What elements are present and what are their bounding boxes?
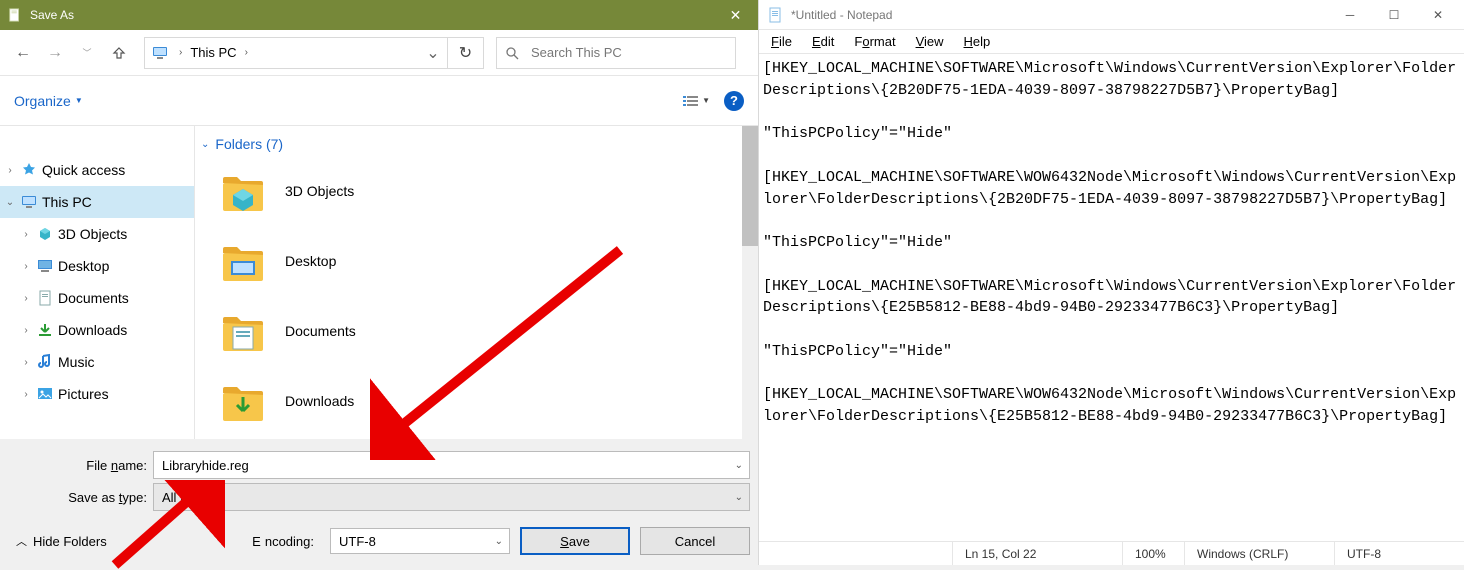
notepad-menubar: File Edit Format View Help — [759, 30, 1464, 54]
save-type-select[interactable]: All Files ⌄ — [153, 483, 750, 511]
chevron-right-icon: › — [20, 389, 32, 400]
status-encoding: UTF-8 — [1334, 542, 1464, 565]
chevron-up-icon: ︿ — [16, 533, 27, 549]
chevron-right-icon: › — [20, 357, 32, 368]
help-button[interactable]: ? — [724, 91, 744, 111]
tree-item-pictures[interactable]: ›Pictures — [0, 378, 194, 410]
dialog-title: Save As — [30, 8, 713, 22]
scrollbar-thumb[interactable] — [742, 126, 758, 246]
menu-format[interactable]: Format — [846, 32, 903, 51]
folder-icon — [219, 307, 267, 355]
folder-icon — [219, 167, 267, 215]
folder-icon — [219, 237, 267, 285]
pc-icon — [151, 44, 169, 62]
pics-icon — [36, 385, 54, 403]
search-input[interactable]: Search This PC — [496, 37, 736, 69]
chevron-right-icon: › — [4, 165, 16, 176]
dropdown-icon[interactable]: ⌄ — [495, 536, 503, 547]
chevron-right-icon: › — [20, 325, 32, 336]
nav-bar: ← → ﹀ › This PC › ⌄ ↻ Search This PC — [0, 30, 758, 76]
tree-item-downloads[interactable]: ›Downloads — [0, 314, 194, 346]
view-options-button[interactable]: ▼ — [682, 94, 710, 108]
close-button[interactable]: ✕ — [1416, 1, 1460, 29]
refresh-button[interactable]: ↻ — [447, 38, 483, 68]
tree-item-this-pc[interactable]: ⌄This PC — [0, 186, 194, 218]
nav-tree: ›Quick access⌄This PC›3D Objects›Desktop… — [0, 126, 195, 439]
dropdown-icon[interactable]: ⌄ — [735, 460, 743, 471]
chevron-down-icon: ⌄ — [201, 139, 209, 150]
main-area: ›Quick access⌄This PC›3D Objects›Desktop… — [0, 126, 758, 439]
menu-view[interactable]: View — [908, 32, 952, 51]
folder-icon — [219, 377, 267, 425]
down-icon — [36, 321, 54, 339]
breadcrumb-location[interactable]: This PC — [186, 43, 240, 62]
chevron-right-icon: › — [20, 293, 32, 304]
star-icon — [20, 161, 38, 179]
chevron-down-icon: ⌄ — [4, 197, 16, 208]
hide-folders-button[interactable]: ︿ Hide Folders — [8, 533, 107, 549]
save-type-label: Save as type: — [8, 490, 153, 505]
group-header[interactable]: ⌄ Folders (7) — [195, 126, 758, 156]
notepad-statusbar: Ln 15, Col 22 100% Windows (CRLF) UTF-8 — [759, 541, 1464, 565]
close-button[interactable]: ✕ — [713, 0, 758, 30]
pc-icon — [20, 193, 38, 211]
status-zoom: 100% — [1122, 542, 1184, 565]
filename-label: File name: — [8, 458, 153, 473]
chevron-right-icon[interactable]: › — [241, 47, 252, 58]
minimize-button[interactable]: ─ — [1328, 1, 1372, 29]
toolbar: Organize ▼ ▼ ? — [0, 76, 758, 126]
organize-menu[interactable]: Organize ▼ — [14, 93, 83, 109]
bottom-panel: File name: Libraryhide.reg ⌄ Save as typ… — [0, 439, 758, 565]
caret-down-icon: ▼ — [702, 96, 710, 105]
chevron-right-icon[interactable]: › — [175, 47, 186, 58]
3d-icon — [36, 225, 54, 243]
notepad-window: *Untitled - Notepad ─ ☐ ✕ File Edit Form… — [758, 0, 1464, 565]
maximize-button[interactable]: ☐ — [1372, 1, 1416, 29]
forward-button[interactable]: → — [40, 38, 70, 68]
encoding-label: Encoding: — [252, 534, 314, 549]
notepad-title: *Untitled - Notepad — [791, 8, 1328, 22]
save-as-dialog: Save As ✕ ← → ﹀ › This PC › ⌄ ↻ Search T… — [0, 0, 758, 565]
back-button[interactable]: ← — [8, 38, 38, 68]
dialog-titlebar[interactable]: Save As ✕ — [0, 0, 758, 30]
scrollbar[interactable] — [742, 126, 758, 439]
tree-item-desktop[interactable]: ›Desktop — [0, 250, 194, 282]
up-button[interactable] — [104, 38, 134, 68]
folder-desktop[interactable]: Desktop — [195, 226, 758, 296]
search-placeholder: Search This PC — [531, 45, 622, 60]
search-icon — [505, 46, 519, 60]
notepad-titlebar[interactable]: *Untitled - Notepad ─ ☐ ✕ — [759, 0, 1464, 30]
folder-3d-objects[interactable]: 3D Objects — [195, 156, 758, 226]
status-eol: Windows (CRLF) — [1184, 542, 1334, 565]
view-icon — [682, 94, 700, 108]
encoding-select[interactable]: UTF-8 ⌄ — [330, 528, 510, 554]
folder-downloads[interactable]: Downloads — [195, 366, 758, 436]
dropdown-icon[interactable]: ⌄ — [735, 492, 743, 503]
chevron-right-icon: › — [20, 229, 32, 240]
notepad-icon — [767, 7, 783, 23]
menu-file[interactable]: File — [763, 32, 800, 51]
docs-icon — [36, 289, 54, 307]
file-list[interactable]: ⌄ Folders (7) 3D ObjectsDesktopDocuments… — [195, 126, 758, 439]
address-dropdown[interactable]: ⌄ — [419, 43, 447, 63]
menu-edit[interactable]: Edit — [804, 32, 842, 51]
caret-down-icon: ▼ — [75, 96, 83, 105]
tree-item-documents[interactable]: ›Documents — [0, 282, 194, 314]
status-position: Ln 15, Col 22 — [952, 542, 1122, 565]
notepad-textarea[interactable]: [HKEY_LOCAL_MACHINE\SOFTWARE\Microsoft\W… — [759, 54, 1464, 541]
save-button[interactable]: Save — [520, 527, 630, 555]
menu-help[interactable]: Help — [956, 32, 999, 51]
folder-documents[interactable]: Documents — [195, 296, 758, 366]
filename-input[interactable]: Libraryhide.reg ⌄ — [153, 451, 750, 479]
chevron-right-icon: › — [20, 261, 32, 272]
save-icon — [8, 7, 22, 23]
cancel-button[interactable]: Cancel — [640, 527, 750, 555]
tree-item-3d-objects[interactable]: ›3D Objects — [0, 218, 194, 250]
music-icon — [36, 353, 54, 371]
desktop-icon — [36, 257, 54, 275]
address-bar[interactable]: › This PC › ⌄ ↻ — [144, 37, 484, 69]
recent-dropdown[interactable]: ﹀ — [72, 38, 102, 68]
tree-item-music[interactable]: ›Music — [0, 346, 194, 378]
tree-item-quick-access[interactable]: ›Quick access — [0, 154, 194, 186]
